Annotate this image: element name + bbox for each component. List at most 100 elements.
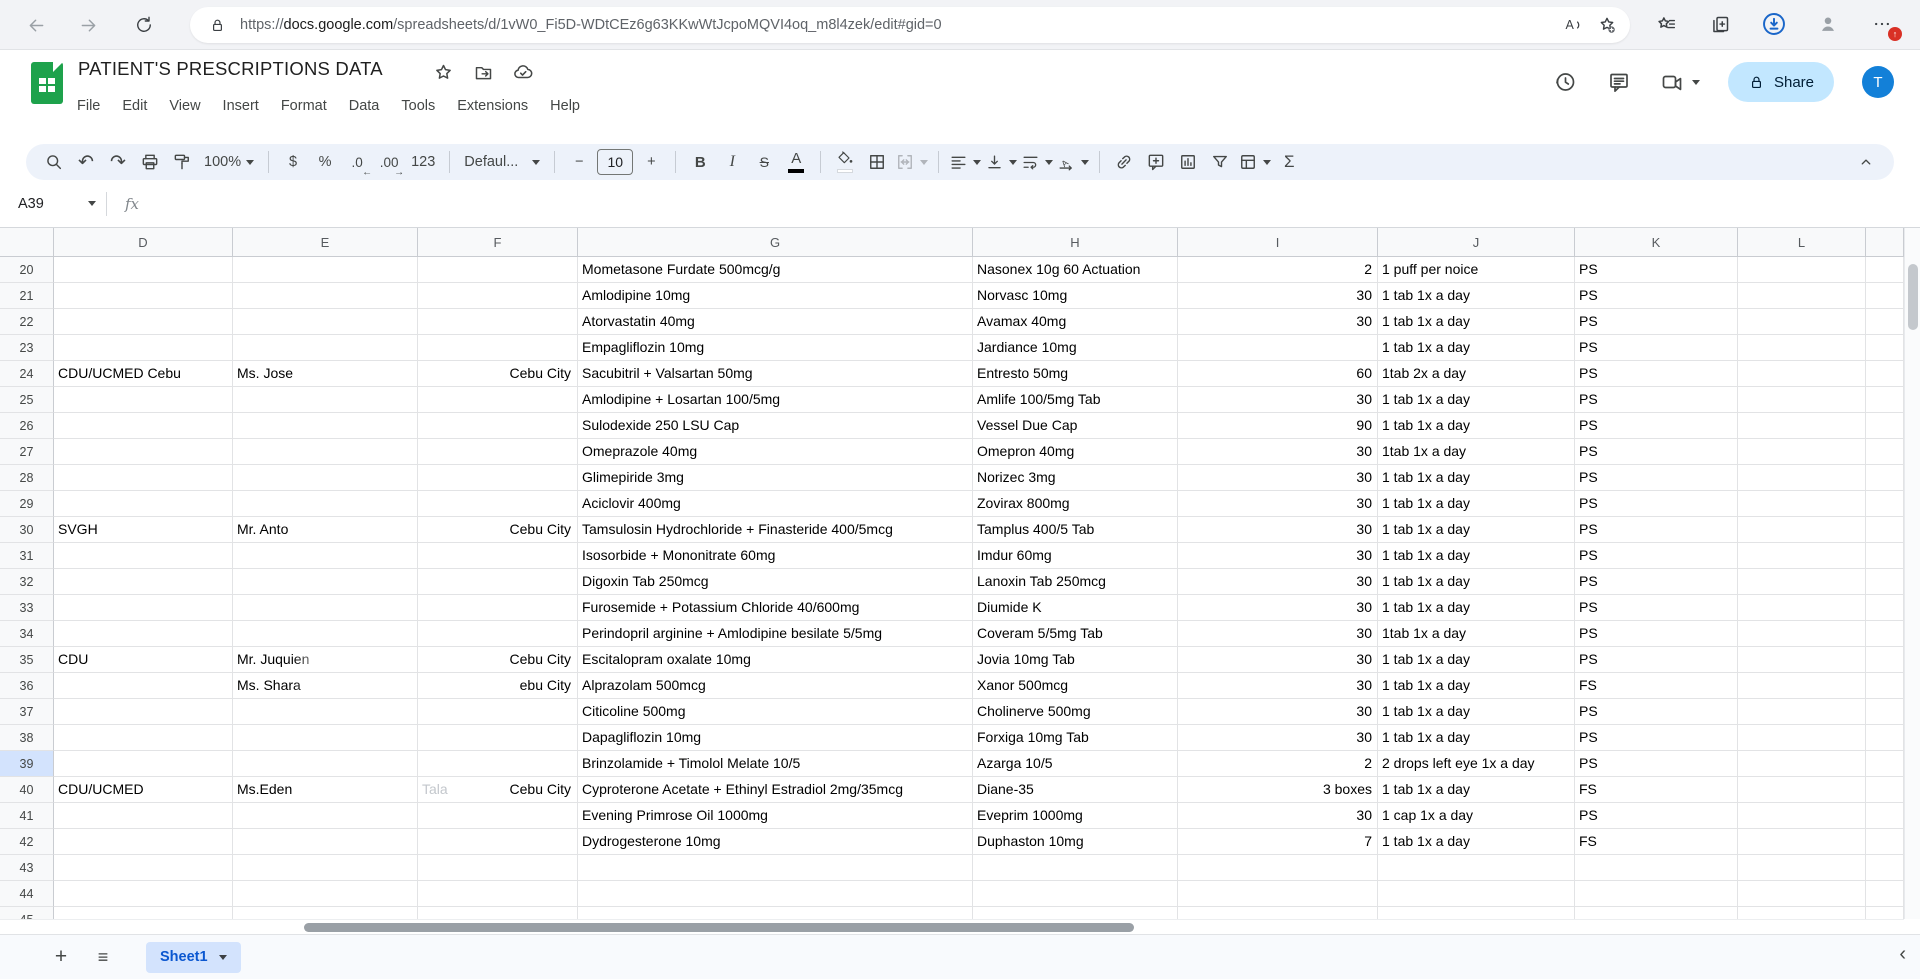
cell-E37[interactable] bbox=[233, 699, 418, 725]
cell-E21[interactable] bbox=[233, 283, 418, 309]
cell-F36[interactable]: ebu City bbox=[418, 673, 578, 699]
cell-D23[interactable] bbox=[54, 335, 233, 361]
cell-D45[interactable] bbox=[54, 907, 233, 919]
cell-partial-37[interactable] bbox=[1866, 699, 1904, 725]
cell-I29[interactable]: 30 bbox=[1178, 491, 1378, 517]
move-to-folder-icon[interactable] bbox=[472, 61, 494, 83]
cell-E40[interactable]: Ms.Eden bbox=[233, 777, 418, 803]
cell-H39[interactable]: Azarga 10/5 bbox=[973, 751, 1178, 777]
cell-J32[interactable]: 1 tab 1x a day bbox=[1378, 569, 1575, 595]
browser-refresh-icon[interactable] bbox=[130, 11, 158, 39]
table-icon[interactable] bbox=[1238, 148, 1272, 176]
cell-G39[interactable]: Brinzolamide + Timolol Melate 10/5 bbox=[578, 751, 973, 777]
cell-partial-36[interactable] bbox=[1866, 673, 1904, 699]
cell-F23[interactable] bbox=[418, 335, 578, 361]
cell-K39[interactable]: PS bbox=[1575, 751, 1738, 777]
cell-H38[interactable]: Forxiga 10mg Tab bbox=[973, 725, 1178, 751]
column-header-G[interactable]: G bbox=[578, 228, 973, 257]
row-header-38[interactable]: 38 bbox=[0, 725, 54, 751]
cell-K27[interactable]: PS bbox=[1575, 439, 1738, 465]
cell-K26[interactable]: PS bbox=[1575, 413, 1738, 439]
cloud-saved-icon[interactable] bbox=[512, 61, 534, 83]
cell-G21[interactable]: Amlodipine 10mg bbox=[578, 283, 973, 309]
cell-J40[interactable]: 1 tab 1x a day bbox=[1378, 777, 1575, 803]
cell-J25[interactable]: 1 tab 1x a day bbox=[1378, 387, 1575, 413]
cell-D20[interactable] bbox=[54, 257, 233, 283]
cell-partial-30[interactable] bbox=[1866, 517, 1904, 543]
cell-H43[interactable] bbox=[973, 855, 1178, 881]
cell-J38[interactable]: 1 tab 1x a day bbox=[1378, 725, 1575, 751]
cell-F22[interactable] bbox=[418, 309, 578, 335]
row-header-25[interactable]: 25 bbox=[0, 387, 54, 413]
cell-G30[interactable]: Tamsulosin Hydrochloride + Finasteride 4… bbox=[578, 517, 973, 543]
row-header-28[interactable]: 28 bbox=[0, 465, 54, 491]
cell-E20[interactable] bbox=[233, 257, 418, 283]
cell-L29[interactable] bbox=[1738, 491, 1866, 517]
cell-D31[interactable] bbox=[54, 543, 233, 569]
cell-D32[interactable] bbox=[54, 569, 233, 595]
cell-D35[interactable]: CDU bbox=[54, 647, 233, 673]
insert-chart-icon[interactable] bbox=[1174, 148, 1202, 176]
font-select[interactable]: Defaul... bbox=[460, 148, 544, 176]
sheets-logo-icon[interactable] bbox=[31, 62, 63, 104]
cell-E23[interactable] bbox=[233, 335, 418, 361]
cell-partial-29[interactable] bbox=[1866, 491, 1904, 517]
insert-comment-icon[interactable] bbox=[1142, 148, 1170, 176]
bold-icon[interactable]: B bbox=[686, 148, 714, 176]
cell-H45[interactable] bbox=[973, 907, 1178, 919]
cell-G37[interactable]: Citicoline 500mg bbox=[578, 699, 973, 725]
column-header-partial[interactable] bbox=[1866, 228, 1904, 257]
cell-partial-45[interactable] bbox=[1866, 907, 1904, 919]
cell-partial-41[interactable] bbox=[1866, 803, 1904, 829]
cell-H41[interactable]: Eveprim 1000mg bbox=[973, 803, 1178, 829]
undo-icon[interactable]: ↶ bbox=[72, 148, 100, 176]
cell-E43[interactable] bbox=[233, 855, 418, 881]
cell-E41[interactable] bbox=[233, 803, 418, 829]
downloads-icon[interactable] bbox=[1760, 10, 1788, 38]
cell-K44[interactable] bbox=[1575, 881, 1738, 907]
cell-K23[interactable]: PS bbox=[1575, 335, 1738, 361]
row-header-36[interactable]: 36 bbox=[0, 673, 54, 699]
cell-K37[interactable]: PS bbox=[1575, 699, 1738, 725]
show-side-panel-icon[interactable]: ‹ bbox=[1899, 943, 1906, 966]
cell-K45[interactable] bbox=[1575, 907, 1738, 919]
text-wrap-icon[interactable] bbox=[1021, 148, 1054, 176]
cell-L32[interactable] bbox=[1738, 569, 1866, 595]
cell-F24[interactable]: Cebu City bbox=[418, 361, 578, 387]
cell-K28[interactable]: PS bbox=[1575, 465, 1738, 491]
strikethrough-icon[interactable]: S bbox=[750, 148, 778, 176]
row-header-33[interactable]: 33 bbox=[0, 595, 54, 621]
cell-G26[interactable]: Sulodexide 250 LSU Cap bbox=[578, 413, 973, 439]
cell-H22[interactable]: Avamax 40mg bbox=[973, 309, 1178, 335]
cell-H35[interactable]: Jovia 10mg Tab bbox=[973, 647, 1178, 673]
cell-I40[interactable]: 3 boxes bbox=[1178, 777, 1378, 803]
column-header-L[interactable]: L bbox=[1738, 228, 1866, 257]
cell-H29[interactable]: Zovirax 800mg bbox=[973, 491, 1178, 517]
increase-decimal-icon[interactable]: .00 → bbox=[375, 148, 404, 179]
cell-K20[interactable]: PS bbox=[1575, 257, 1738, 283]
cell-F34[interactable] bbox=[418, 621, 578, 647]
cell-D29[interactable] bbox=[54, 491, 233, 517]
row-header-40[interactable]: 40 bbox=[0, 777, 54, 803]
select-all-corner[interactable] bbox=[0, 228, 54, 257]
cell-F25[interactable] bbox=[418, 387, 578, 413]
cell-H33[interactable]: Diumide K bbox=[973, 595, 1178, 621]
cell-F32[interactable] bbox=[418, 569, 578, 595]
more-formats-button[interactable]: 123 bbox=[407, 148, 439, 176]
cell-K29[interactable]: PS bbox=[1575, 491, 1738, 517]
text-color-icon[interactable]: A bbox=[782, 148, 810, 176]
menu-edit[interactable]: Edit bbox=[111, 94, 158, 118]
cell-G41[interactable]: Evening Primrose Oil 1000mg bbox=[578, 803, 973, 829]
cell-L44[interactable] bbox=[1738, 881, 1866, 907]
browser-menu-icon[interactable]: ↑ bbox=[1868, 10, 1902, 41]
cell-G42[interactable]: Dydrogesterone 10mg bbox=[578, 829, 973, 855]
cell-K22[interactable]: PS bbox=[1575, 309, 1738, 335]
cell-F30[interactable]: Cebu City bbox=[418, 517, 578, 543]
cell-E26[interactable] bbox=[233, 413, 418, 439]
cell-G29[interactable]: Aciclovir 400mg bbox=[578, 491, 973, 517]
decrease-decimal-icon[interactable]: .0 ← bbox=[343, 148, 372, 179]
cell-partial-38[interactable] bbox=[1866, 725, 1904, 751]
cell-F39[interactable] bbox=[418, 751, 578, 777]
vertical-align-icon[interactable] bbox=[985, 148, 1018, 176]
cell-J43[interactable] bbox=[1378, 855, 1575, 881]
